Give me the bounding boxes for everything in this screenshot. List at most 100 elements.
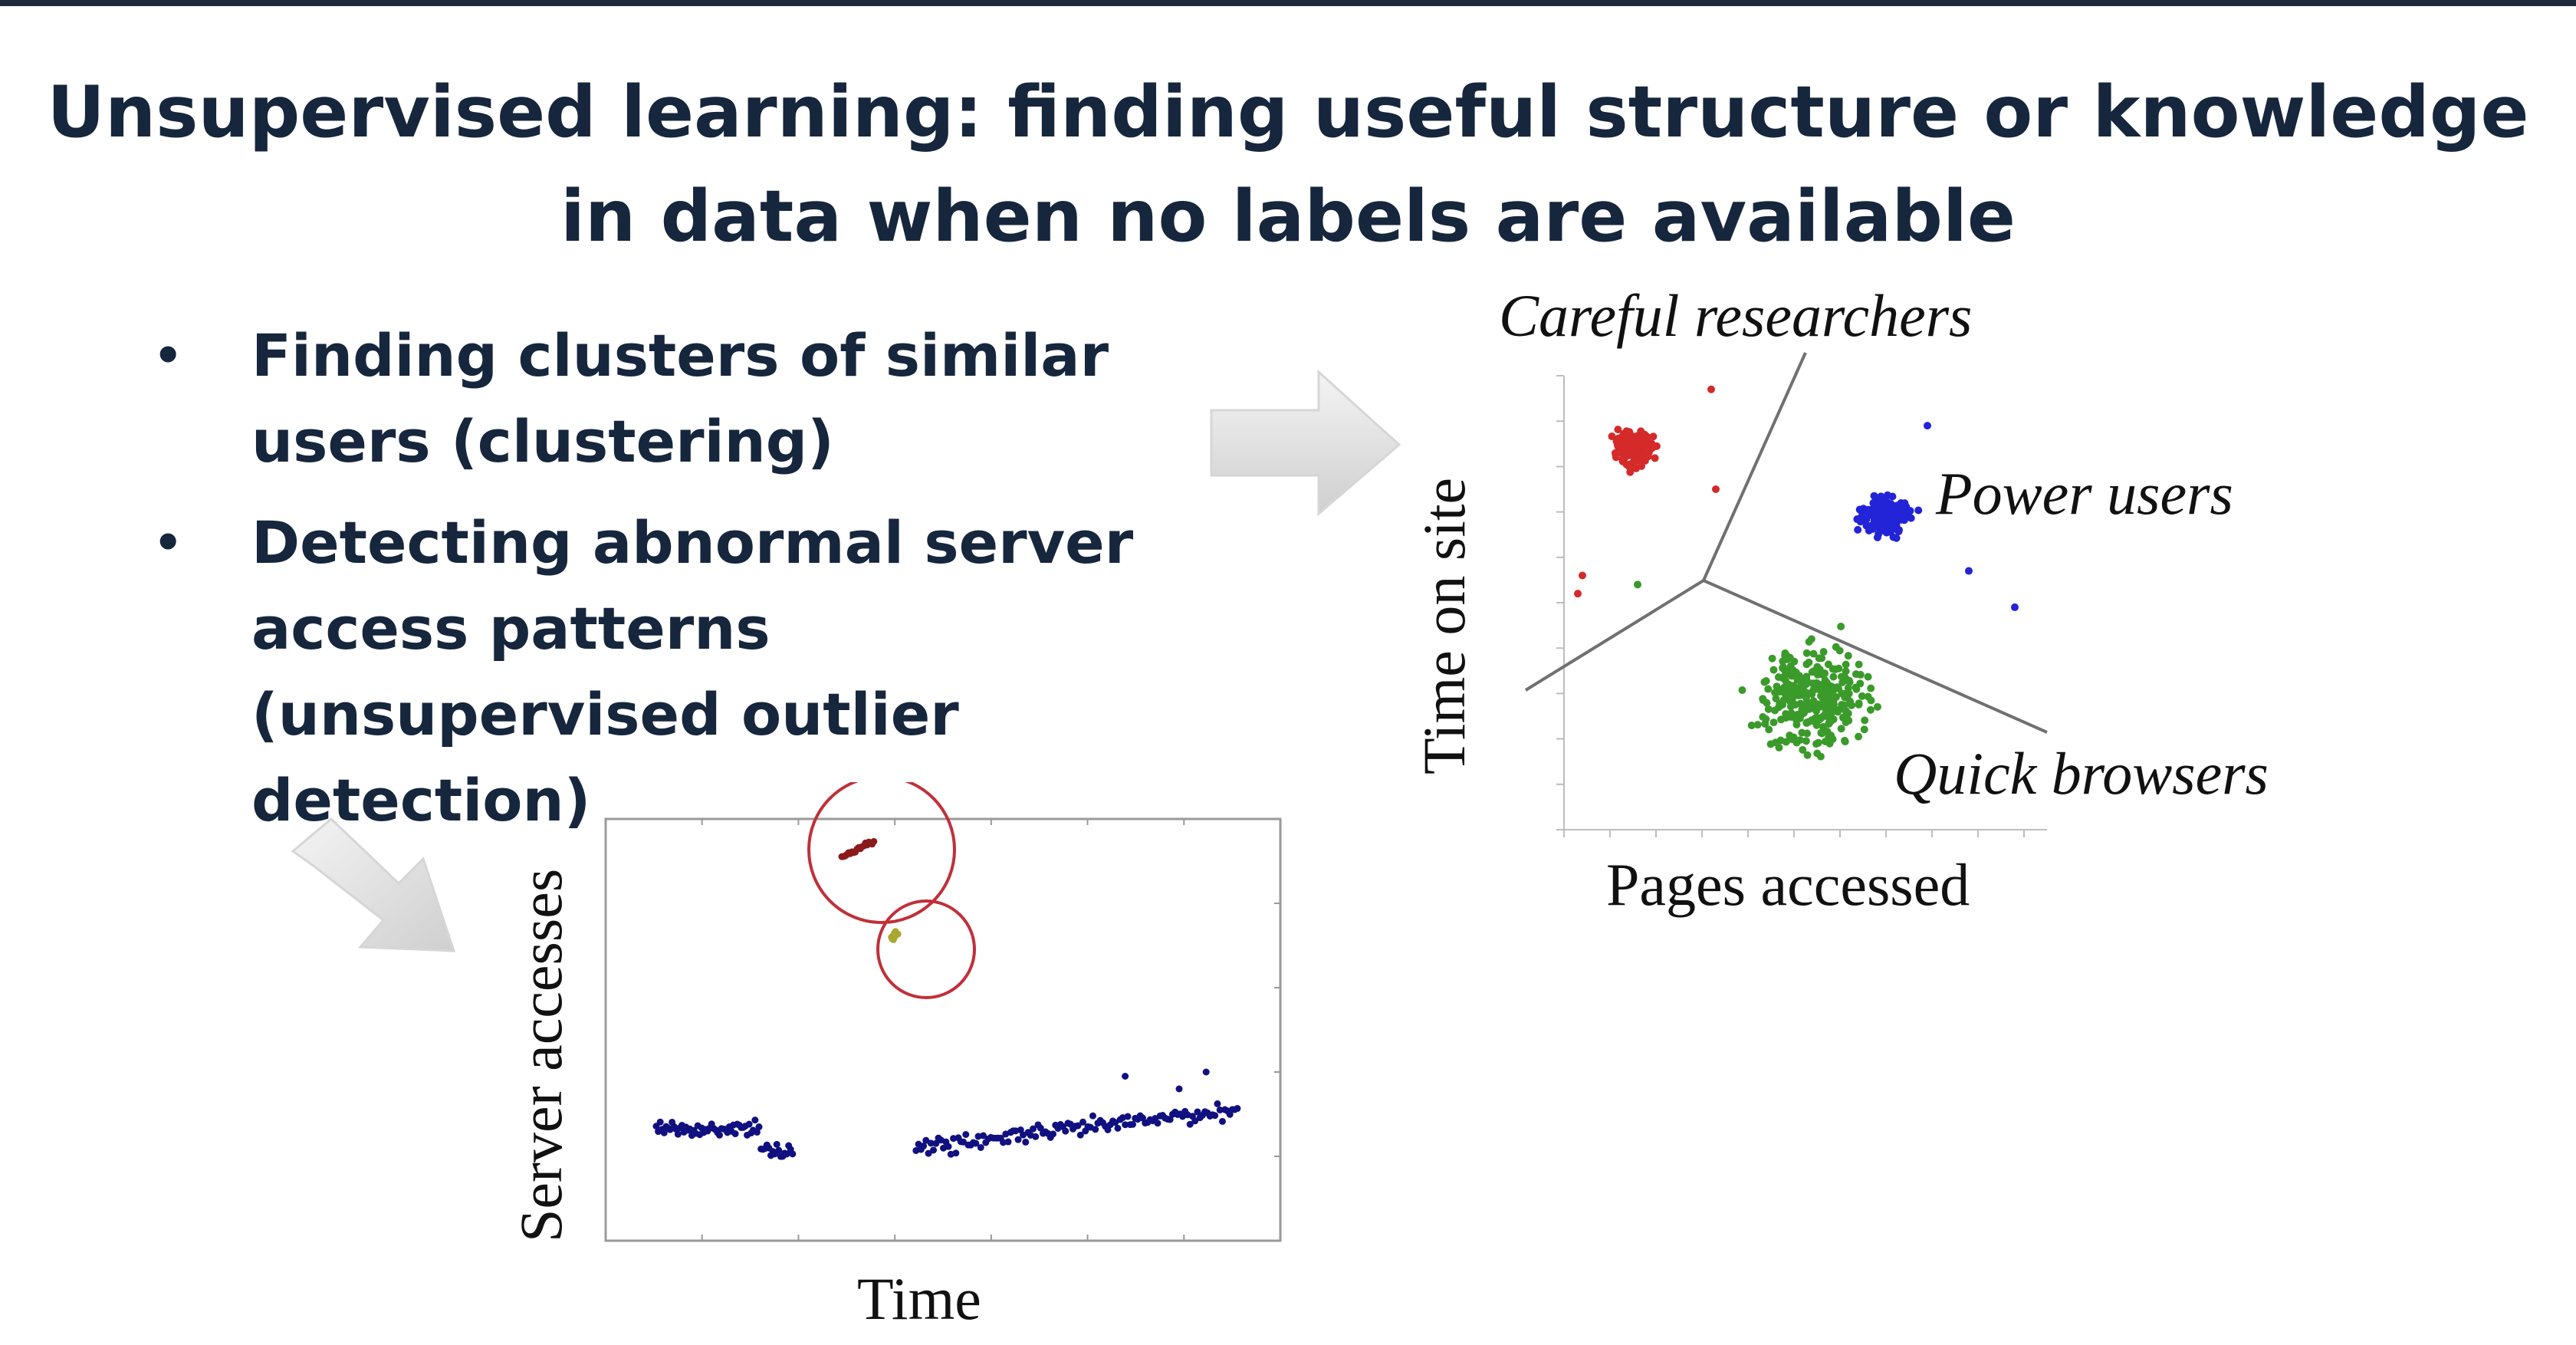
- data-point-normal: [1175, 1085, 1183, 1093]
- data-point-green: [1797, 711, 1806, 719]
- data-point-blue: [2011, 603, 2019, 611]
- x-axis-label: Pages accessed: [1606, 851, 1970, 918]
- data-point-green: [1848, 701, 1856, 709]
- data-point-green: [1813, 749, 1822, 758]
- data-point-green: [1841, 693, 1849, 702]
- plot-frame: [604, 817, 1282, 1242]
- data-point-normal: [1234, 1105, 1241, 1113]
- data-point-green: [1759, 712, 1767, 721]
- data-point-normal: [1129, 1120, 1136, 1128]
- data-point-blue: [1914, 506, 1923, 515]
- data-point-normal: [1092, 1126, 1099, 1133]
- data-point-outlier: [870, 837, 878, 845]
- data-point-green: [1829, 686, 1838, 694]
- data-point-green: [1809, 697, 1818, 705]
- data-point-green: [1792, 720, 1801, 728]
- data-point-normal: [789, 1150, 797, 1158]
- data-point-normal: [656, 1118, 664, 1126]
- data-point-green: [1807, 635, 1815, 643]
- data-point-green: [1788, 735, 1796, 744]
- bullet-1-line-1: Finding clusters of similar: [251, 321, 1109, 390]
- data-point-green: [1861, 716, 1869, 725]
- data-point-blue: [1875, 530, 1883, 538]
- data-point-normal: [731, 1130, 739, 1138]
- data-point-green: [1747, 721, 1756, 729]
- data-point-red: [1613, 440, 1622, 449]
- data-point-green: [1768, 654, 1776, 663]
- data-point-green: [1827, 717, 1835, 725]
- bullet-marker: •: [153, 516, 183, 570]
- data-point-green: [1815, 654, 1823, 663]
- data-point-green: [1738, 686, 1746, 694]
- data-point-normal: [1062, 1127, 1070, 1135]
- data-point-normal: [773, 1140, 780, 1148]
- data-point-green: [1864, 692, 1872, 701]
- data-point-red: [1631, 464, 1640, 472]
- data-point-normal: [962, 1130, 970, 1138]
- data-point-blue: [1900, 501, 1908, 509]
- data-point-normal: [952, 1149, 960, 1157]
- data-point-green: [1827, 732, 1835, 740]
- data-point-green: [1821, 669, 1829, 678]
- data-point-green: [1813, 663, 1822, 671]
- data-point-green: [1852, 685, 1861, 693]
- data-point-red: [1644, 449, 1653, 457]
- annotation-careful-researchers: Careful researchers: [1499, 284, 1972, 349]
- data-point-green: [1776, 736, 1785, 745]
- data-point-red: [1625, 451, 1633, 459]
- data-point-red: [1651, 454, 1659, 462]
- data-point-red: [1637, 427, 1645, 436]
- data-point-green: [1855, 699, 1863, 708]
- data-point-red: [1579, 571, 1586, 580]
- data-point-green: [1864, 672, 1872, 681]
- data-point-green: [1780, 666, 1789, 674]
- outlier-scatter-chart: Time Server accesses: [508, 782, 1282, 1332]
- data-point-red: [1608, 432, 1616, 441]
- data-point-normal: [775, 1146, 783, 1154]
- data-point-green: [1873, 702, 1881, 711]
- data-point-normal: [1122, 1073, 1129, 1080]
- data-point-green: [1786, 712, 1795, 721]
- data-point-red: [1574, 590, 1582, 598]
- data-point-green: [1769, 719, 1778, 727]
- data-point-normal: [755, 1123, 763, 1131]
- data-point-green: [1814, 738, 1822, 747]
- slide-title: Unsupervised learning: finding useful st…: [0, 60, 2576, 268]
- right-arrow-icon: [1210, 369, 1401, 517]
- data-point-blue: [1870, 522, 1878, 531]
- title-line-2: in data when no labels are available: [560, 175, 2016, 258]
- bullet-marker: •: [153, 329, 183, 383]
- data-point-green: [1811, 683, 1819, 692]
- data-point-red: [1634, 450, 1642, 459]
- data-point-normal: [1218, 1117, 1226, 1125]
- data-point-green: [1775, 703, 1783, 712]
- data-point-green: [1786, 702, 1795, 711]
- bullet-1-line-2: users (clustering): [251, 407, 834, 475]
- data-point-green: [1796, 699, 1805, 708]
- data-point-blue: [1869, 498, 1878, 507]
- y-axis-label: Server accesses: [508, 869, 574, 1242]
- data-point-green: [1761, 719, 1769, 728]
- cluster-scatter-chart: Careful researchers Power users Quick br…: [1411, 284, 2269, 918]
- data-point-green: [1798, 728, 1806, 737]
- data-point-green: [1838, 672, 1846, 681]
- data-point-blue: [1857, 513, 1865, 521]
- data-point-green: [1777, 715, 1786, 724]
- data-point-green: [1842, 707, 1850, 715]
- data-point-normal: [1114, 1124, 1122, 1132]
- annotation-quick-browsers: Quick browsers: [1894, 740, 2269, 807]
- data-point-green: [1802, 660, 1811, 669]
- boundary-line: [1524, 579, 1705, 692]
- data-point-green: [1866, 705, 1875, 714]
- data-point-normal: [1022, 1138, 1030, 1146]
- data-point-green: [1760, 678, 1769, 686]
- data-point-green: [1802, 672, 1811, 681]
- data-point-green: [1860, 725, 1868, 734]
- data-point-green: [1844, 652, 1852, 660]
- data-point-green: [1805, 718, 1813, 726]
- x-axis-label: Time: [857, 1265, 981, 1332]
- data-point-red: [1643, 436, 1651, 444]
- data-point-normal: [1050, 1130, 1057, 1138]
- bullet-2-line-3: (unsupervised outlier: [251, 680, 959, 748]
- data-point-normal: [930, 1146, 938, 1154]
